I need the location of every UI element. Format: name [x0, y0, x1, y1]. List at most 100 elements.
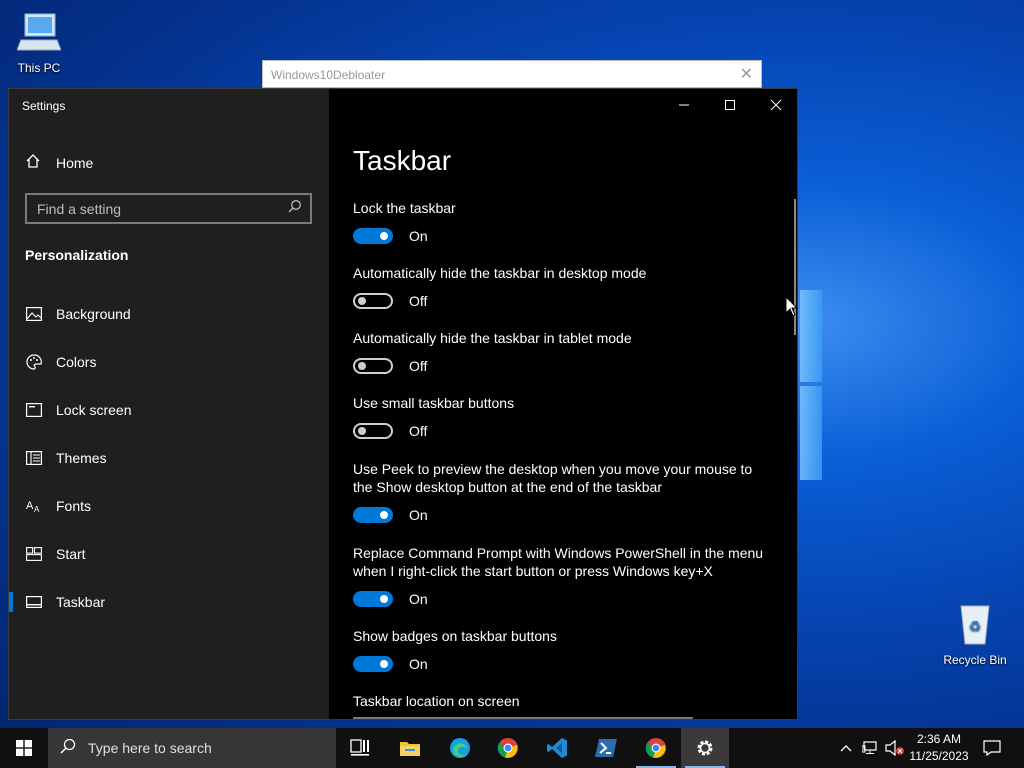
small-buttons-toggle[interactable]: Off — [353, 423, 427, 439]
toggle-state: On — [409, 656, 428, 672]
search-icon[interactable] — [288, 199, 302, 218]
toggle-state: Off — [409, 358, 428, 374]
lock-taskbar-toggle[interactable]: On — [353, 228, 428, 244]
taskbar-search-box[interactable]: Type here to search — [48, 728, 336, 768]
desktop-icon-label: This PC — [17, 61, 61, 75]
peek-toggle[interactable]: On — [353, 507, 428, 523]
sidebar-item-themes[interactable]: Themes — [9, 438, 329, 478]
toggle-switch[interactable] — [353, 591, 393, 607]
close-icon — [770, 99, 782, 111]
toggle-state: Off — [409, 293, 428, 309]
sidebar-item-lock-screen[interactable]: Lock screen — [9, 390, 329, 430]
lock-screen-icon — [25, 403, 43, 417]
setting-label: Lock the taskbar — [353, 200, 456, 216]
sidebar-item-label: Colors — [56, 354, 97, 370]
toggle-switch[interactable] — [353, 656, 393, 672]
action-center-button[interactable] — [978, 728, 1006, 768]
sidebar-item-label: Background — [56, 306, 131, 322]
folder-icon — [400, 742, 420, 756]
setting-label: Replace Command Prompt with Windows Powe… — [353, 545, 764, 579]
desktop-icon-recycle-bin[interactable]: ♻ Recycle Bin — [938, 602, 1012, 667]
powershell-toggle[interactable]: On — [353, 591, 428, 607]
maximize-icon — [725, 100, 735, 110]
start-button[interactable] — [0, 728, 48, 768]
badges-toggle[interactable]: On — [353, 656, 428, 672]
close-icon[interactable]: ✕ — [740, 64, 753, 84]
window-title: Settings — [22, 99, 66, 113]
background-window-title: Windows10Debloater — [271, 68, 386, 82]
auto-hide-desktop-toggle[interactable]: Off — [353, 293, 427, 309]
setting-label: Automatically hide the taskbar in tablet… — [353, 330, 632, 346]
sidebar-item-start[interactable]: Start — [9, 534, 329, 574]
clock-date: 11/25/2023 — [909, 749, 969, 763]
sidebar-item-label: Fonts — [56, 498, 92, 514]
search-icon — [60, 738, 76, 759]
chrome-icon — [497, 738, 518, 758]
chevron-up-icon — [840, 745, 852, 752]
toggle-switch[interactable] — [353, 358, 393, 374]
recycle-bin-icon: ♻ — [938, 602, 1012, 649]
home-label: Home — [56, 154, 94, 171]
vscode-button[interactable] — [533, 728, 581, 768]
maximize-button[interactable] — [707, 89, 753, 121]
chrome-browser-button[interactable] — [484, 728, 532, 768]
home-nav[interactable]: Home — [25, 153, 93, 172]
network-button[interactable] — [860, 728, 882, 768]
toggle-state: On — [409, 591, 428, 607]
setting-label: Use Peek to preview the desktop when you… — [353, 461, 753, 495]
search-setting-input[interactable]: Find a setting — [25, 193, 312, 224]
desktop-icon-this-pc[interactable]: This PC — [2, 10, 76, 75]
sidebar-item-label: Start — [56, 546, 86, 562]
minimize-button[interactable] — [661, 89, 707, 121]
sidebar-item-colors[interactable]: Colors — [9, 342, 329, 382]
sidebar-item-label: Lock screen — [56, 402, 132, 418]
setting-label: Show badges on taskbar buttons — [353, 628, 557, 644]
sidebar-item-fonts[interactable]: AA Fonts — [9, 486, 329, 526]
auto-hide-tablet-toggle[interactable]: Off — [353, 358, 427, 374]
svg-text:A: A — [26, 500, 34, 512]
background-window[interactable]: Windows10Debloater ✕ — [262, 60, 762, 88]
sidebar-item-background[interactable]: Background — [9, 294, 329, 334]
edge-browser-button[interactable] — [436, 728, 484, 768]
start-icon — [25, 547, 43, 561]
taskbar-location-dropdown[interactable] — [353, 717, 693, 719]
show-hidden-icons-button[interactable] — [836, 728, 856, 768]
taskbar-icon — [25, 596, 43, 608]
toggle-switch[interactable] — [353, 228, 393, 244]
volume-button[interactable] — [884, 728, 906, 768]
background-icon — [25, 307, 43, 321]
file-explorer-button[interactable] — [386, 728, 434, 768]
powershell-button[interactable] — [582, 728, 630, 768]
chrome-browser-button-2[interactable] — [632, 728, 680, 768]
mouse-cursor-icon — [785, 295, 799, 322]
taskbar-clock[interactable]: 2:36 AM 11/25/2023 — [906, 731, 972, 765]
toggle-state: On — [409, 228, 428, 244]
home-icon — [25, 153, 41, 172]
settings-app-button[interactable] — [681, 728, 729, 768]
fonts-icon: AA — [25, 499, 43, 513]
search-placeholder: Find a setting — [37, 200, 122, 217]
close-button[interactable] — [753, 89, 797, 121]
palette-icon — [25, 354, 43, 370]
setting-label: Automatically hide the taskbar in deskto… — [353, 265, 647, 281]
windows-logo-icon — [16, 740, 32, 756]
sidebar-item-taskbar[interactable]: Taskbar — [9, 582, 329, 622]
toggle-switch[interactable] — [353, 423, 393, 439]
vscode-icon — [547, 738, 567, 758]
settings-window: Settings Home Find a setting Personaliza… — [8, 88, 798, 720]
volume-muted-icon — [885, 740, 904, 756]
task-view-icon — [350, 739, 369, 756]
taskbar-location-label: Taskbar location on screen — [353, 693, 520, 709]
taskbar-search-placeholder: Type here to search — [88, 740, 212, 756]
toggle-switch[interactable] — [353, 507, 393, 523]
powershell-icon — [595, 739, 617, 757]
svg-text:A: A — [34, 505, 40, 513]
task-view-button[interactable] — [336, 728, 384, 768]
notification-icon — [983, 740, 1001, 756]
chrome-icon — [645, 738, 666, 758]
setting-label: Use small taskbar buttons — [353, 395, 515, 411]
desktop-icon-label: Recycle Bin — [943, 653, 1007, 667]
sidebar-item-label: Taskbar — [56, 594, 106, 610]
toggle-switch[interactable] — [353, 293, 393, 309]
network-icon — [862, 741, 877, 754]
